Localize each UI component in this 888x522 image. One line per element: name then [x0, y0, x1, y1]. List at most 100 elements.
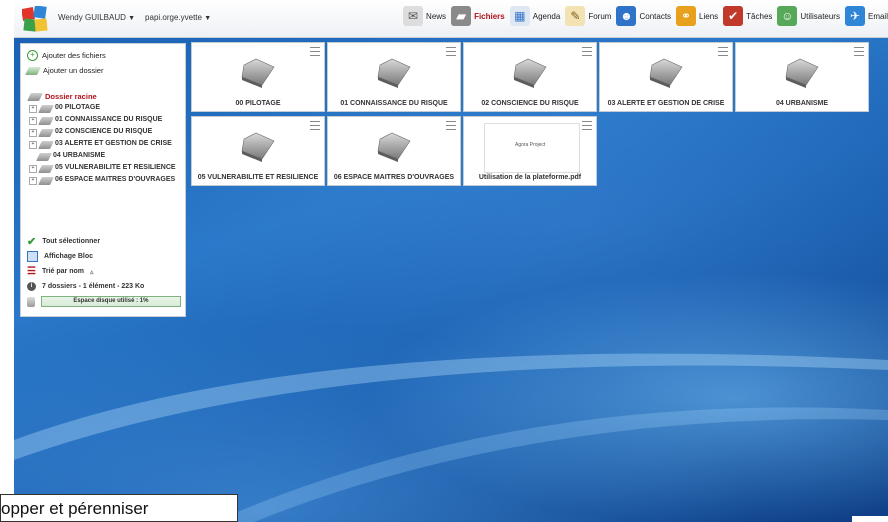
- pdf-preview: Agora Project: [484, 123, 580, 173]
- module-forum[interactable]: ✎ Forum: [565, 6, 611, 26]
- tree-item[interactable]: 04 URBANISME: [29, 152, 183, 161]
- folder-icon: [38, 141, 54, 149]
- tile-menu-icon[interactable]: [310, 47, 320, 56]
- tile-menu-icon[interactable]: [854, 47, 864, 56]
- module-contacts[interactable]: ☻ Contacts: [616, 6, 671, 26]
- folder-tile[interactable]: 06 ESPACE MAITRES D'OUVRAGES: [327, 116, 461, 186]
- folder-icon: [38, 105, 54, 113]
- module-email[interactable]: ✈ Email: [844, 6, 888, 26]
- files-sidebar: + Ajouter des fichiers Ajouter un dossie…: [20, 43, 186, 317]
- tree-item[interactable]: +06 ESPACE MAITRES D'OUVRAGES: [29, 176, 183, 185]
- tile-label: 00 PILOTAGE: [235, 100, 281, 107]
- tree-item-label: 00 PILOTAGE: [55, 104, 100, 111]
- module-label: Fichiers: [474, 11, 505, 21]
- folder-tile[interactable]: 04 URBANISME: [735, 42, 869, 112]
- tree-item-label: 06 ESPACE MAITRES D'OUVRAGES: [55, 176, 176, 183]
- folder-tile[interactable]: 00 PILOTAGE: [191, 42, 325, 112]
- tile-label: 01 CONNAISSANCE DU RISQUE: [340, 100, 448, 107]
- folder-tree: Dossier racine +00 PILOTAGE +01 CONNAISSA…: [27, 92, 183, 188]
- tree-item[interactable]: +00 PILOTAGE: [29, 104, 183, 113]
- select-all-button[interactable]: ✔ Tout sélectionner: [27, 234, 181, 249]
- folder-tile[interactable]: 01 CONNAISSANCE DU RISQUE: [327, 42, 461, 112]
- tree-item[interactable]: +01 CONNAISSANCE DU RISQUE: [29, 116, 183, 125]
- module-tâches[interactable]: ✔ Tâches: [723, 6, 772, 26]
- expand-icon[interactable]: +: [29, 165, 37, 173]
- tile-menu-icon[interactable]: [310, 121, 320, 130]
- plus-circle-icon: +: [27, 50, 38, 61]
- tile-label: Utilisation de la plateforme.pdf: [478, 174, 582, 181]
- add-folder-icon: [25, 67, 41, 75]
- tile-menu-icon[interactable]: [718, 47, 728, 56]
- select-all-label: Tout sélectionner: [42, 238, 101, 245]
- expand-icon[interactable]: +: [29, 141, 37, 149]
- disk-usage-bar: Espace disque utilisé : 1%: [40, 296, 181, 307]
- expand-icon[interactable]: +: [29, 117, 37, 125]
- sort-direction-icon: ▵: [89, 268, 94, 276]
- links-icon: ⚭: [676, 6, 697, 26]
- chevron-down-icon: ▼: [204, 15, 212, 22]
- tile-label: 03 ALERTE ET GESTION DE CRISE: [607, 100, 725, 107]
- summary-text: 7 dossiers - 1 élément - 223 Ko: [42, 283, 145, 290]
- app-logo-icon[interactable]: [22, 6, 48, 32]
- tree-root[interactable]: Dossier racine: [27, 92, 183, 101]
- user-menu[interactable]: Wendy GUILBAUD ▼: [58, 13, 135, 22]
- sort-button[interactable]: ☰ Trié par nom ▵: [27, 264, 181, 279]
- folder-icon: [38, 177, 54, 185]
- folder-tile[interactable]: 02 CONSCIENCE DU RISQUE: [463, 42, 597, 112]
- tree-item[interactable]: +05 VULNERABILITE ET RESILIENCE: [29, 164, 183, 173]
- info-icon: i: [27, 282, 36, 291]
- tree-item[interactable]: +02 CONSCIENCE DU RISQUE: [29, 128, 183, 137]
- space-menu[interactable]: papi.orge.yvette ▼: [145, 13, 211, 22]
- module-liens[interactable]: ⚭ Liens: [676, 6, 718, 26]
- expand-icon[interactable]: +: [29, 177, 37, 185]
- add-folder-button[interactable]: Ajouter un dossier: [25, 66, 104, 75]
- summary-row: i 7 dossiers - 1 élément - 223 Ko: [27, 279, 181, 294]
- display-mode-label: Affichage Bloc: [44, 253, 94, 260]
- module-label: Contacts: [639, 11, 672, 21]
- user-name: Wendy GUILBAUD: [58, 13, 126, 22]
- tree-item[interactable]: +03 ALERTE ET GESTION DE CRISE: [29, 140, 183, 149]
- chevron-down-icon: ▼: [128, 15, 136, 22]
- module-agenda[interactable]: ▦ Agenda: [509, 6, 561, 26]
- calendar-icon: ▦: [509, 6, 530, 26]
- add-files-button[interactable]: + Ajouter des fichiers: [27, 50, 106, 61]
- tile-label: 06 ESPACE MAITRES D'OUVRAGES: [333, 174, 455, 181]
- contacts-icon: ☻: [616, 6, 637, 26]
- expand-icon[interactable]: [29, 153, 35, 159]
- tile-menu-icon[interactable]: [582, 47, 592, 56]
- wallpaper-swoosh: [14, 300, 888, 522]
- expand-icon[interactable]: +: [29, 129, 37, 137]
- add-folder-label: Ajouter un dossier: [43, 66, 104, 75]
- folder-icon: [377, 58, 411, 88]
- module-news[interactable]: ✉ News: [403, 6, 446, 26]
- tree-root-label: Dossier racine: [45, 92, 97, 101]
- tile-menu-icon[interactable]: [446, 121, 456, 130]
- caption-box: opper et pérenniser: [0, 494, 238, 522]
- module-utilisateurs[interactable]: ☺ Utilisateurs: [777, 6, 840, 26]
- folder-icon: [241, 132, 275, 162]
- module-label: Forum: [588, 11, 612, 21]
- tree-item-label: 01 CONNAISSANCE DU RISQUE: [55, 116, 163, 123]
- tile-label: 02 CONSCIENCE DU RISQUE: [481, 100, 579, 107]
- sort-label: Trié par nom: [41, 268, 84, 275]
- expand-icon[interactable]: +: [29, 105, 37, 113]
- module-fichiers[interactable]: ▰ Fichiers: [451, 6, 505, 26]
- users-icon: ☺: [777, 6, 798, 26]
- forum-icon: ✎: [565, 6, 586, 26]
- folder-tile[interactable]: 05 VULNERABILITE ET RESILIENCE: [191, 116, 325, 186]
- folder-icon: [241, 58, 275, 88]
- file-tile[interactable]: Agora Project Utilisation de la plateform…: [463, 116, 597, 186]
- folder-icon: [27, 93, 43, 101]
- folder-icon: [38, 129, 54, 137]
- tile-menu-icon[interactable]: [582, 121, 592, 130]
- module-label: Email: [867, 11, 888, 21]
- folder-tile[interactable]: 03 ALERTE ET GESTION DE CRISE: [599, 42, 733, 112]
- display-mode-button[interactable]: Affichage Bloc: [27, 249, 181, 264]
- disk-usage-row: Espace disque utilisé : 1%: [27, 294, 181, 309]
- module-label: Tâches: [746, 11, 773, 21]
- corner-box: [852, 516, 888, 522]
- folder-icon: [785, 58, 819, 88]
- tile-menu-icon[interactable]: [446, 47, 456, 56]
- module-label: Utilisateurs: [800, 11, 840, 21]
- module-label: Agenda: [532, 11, 561, 21]
